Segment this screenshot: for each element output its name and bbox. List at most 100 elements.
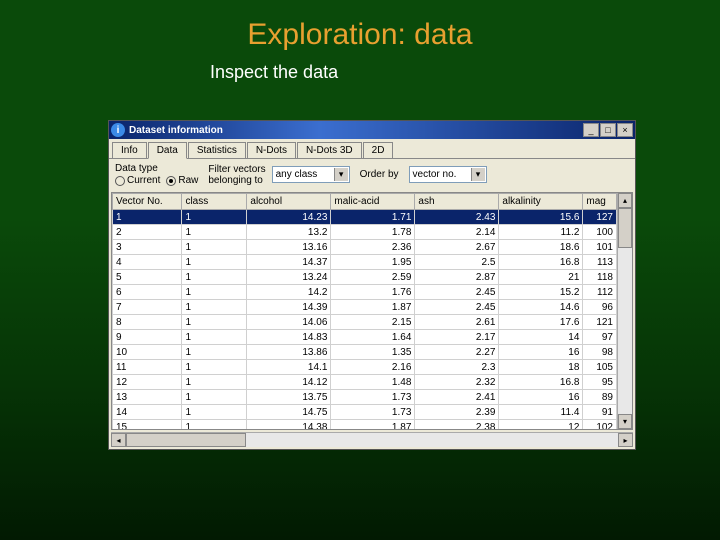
cell[interactable]: 2.67 [415, 240, 499, 255]
cell[interactable]: 11.2 [499, 225, 583, 240]
table-row[interactable]: 8114.062.152.6117.6121 [113, 315, 617, 330]
cell[interactable]: 12 [113, 375, 182, 390]
table-row[interactable]: 11114.12.162.318105 [113, 360, 617, 375]
cell[interactable]: 6 [113, 285, 182, 300]
cell[interactable]: 8 [113, 315, 182, 330]
cell[interactable]: 98 [583, 345, 617, 360]
cell[interactable]: 2.17 [415, 330, 499, 345]
cell[interactable]: 91 [583, 405, 617, 420]
cell[interactable]: 1 [182, 270, 247, 285]
cell[interactable]: 2.43 [415, 210, 499, 225]
cell[interactable]: 102 [583, 420, 617, 430]
cell[interactable]: 14.75 [247, 405, 331, 420]
cell[interactable]: 2.5 [415, 255, 499, 270]
cell[interactable]: 2.32 [415, 375, 499, 390]
tab-info[interactable]: Info [112, 142, 147, 158]
cell[interactable]: 2.45 [415, 300, 499, 315]
table-row[interactable]: 14114.751.732.3911.491 [113, 405, 617, 420]
cell[interactable]: 96 [583, 300, 617, 315]
table-row[interactable]: 12114.121.482.3216.895 [113, 375, 617, 390]
minimize-button[interactable]: _ [583, 123, 599, 137]
col-mag[interactable]: mag [583, 194, 617, 210]
cell[interactable]: 1 [182, 225, 247, 240]
cell[interactable]: 3 [113, 240, 182, 255]
vscroll-track[interactable] [618, 208, 632, 414]
scroll-right-button[interactable]: ▸ [618, 433, 633, 447]
cell[interactable]: 1.95 [331, 255, 415, 270]
table-row[interactable]: 3113.162.362.6718.6101 [113, 240, 617, 255]
cell[interactable]: 14.38 [247, 420, 331, 430]
cell[interactable]: 13 [113, 390, 182, 405]
cell[interactable]: 1 [182, 345, 247, 360]
cell[interactable]: 2.3 [415, 360, 499, 375]
cell[interactable]: 113 [583, 255, 617, 270]
cell[interactable]: 95 [583, 375, 617, 390]
scroll-down-button[interactable]: ▾ [618, 414, 632, 429]
cell[interactable]: 14 [113, 405, 182, 420]
cell[interactable]: 15.2 [499, 285, 583, 300]
cell[interactable]: 105 [583, 360, 617, 375]
cell[interactable]: 1 [182, 285, 247, 300]
table-row[interactable]: 10113.861.352.271698 [113, 345, 617, 360]
scroll-left-button[interactable]: ◂ [111, 433, 126, 447]
cell[interactable]: 14.37 [247, 255, 331, 270]
vscroll-thumb[interactable] [618, 208, 632, 248]
hscroll-thumb[interactable] [126, 433, 246, 447]
cell[interactable]: 13.24 [247, 270, 331, 285]
cell[interactable]: 14.6 [499, 300, 583, 315]
cell[interactable]: 1 [182, 360, 247, 375]
cell[interactable]: 1 [182, 240, 247, 255]
cell[interactable]: 112 [583, 285, 617, 300]
col-class[interactable]: class [182, 194, 247, 210]
table-row[interactable]: 6114.21.762.4515.2112 [113, 285, 617, 300]
radio-current[interactable]: Current [115, 175, 160, 186]
cell[interactable]: 2.14 [415, 225, 499, 240]
col-malic-acid[interactable]: malic-acid [331, 194, 415, 210]
cell[interactable]: 1 [182, 300, 247, 315]
table-row[interactable]: 7114.391.872.4514.696 [113, 300, 617, 315]
cell[interactable]: 2 [113, 225, 182, 240]
cell[interactable]: 11.4 [499, 405, 583, 420]
cell[interactable]: 2.59 [331, 270, 415, 285]
col-alcohol[interactable]: alcohol [247, 194, 331, 210]
cell[interactable]: 13.16 [247, 240, 331, 255]
scroll-up-button[interactable]: ▴ [618, 193, 632, 208]
cell[interactable]: 1 [182, 315, 247, 330]
cell[interactable]: 15.6 [499, 210, 583, 225]
cell[interactable]: 2.36 [331, 240, 415, 255]
filter-combo[interactable]: any class [272, 166, 350, 183]
cell[interactable]: 2.87 [415, 270, 499, 285]
order-combo[interactable]: vector no. [409, 166, 487, 183]
cell[interactable]: 1 [182, 255, 247, 270]
cell[interactable]: 1.71 [331, 210, 415, 225]
cell[interactable]: 1.73 [331, 390, 415, 405]
table-row[interactable]: 2113.21.782.1411.2100 [113, 225, 617, 240]
cell[interactable]: 14.12 [247, 375, 331, 390]
cell[interactable]: 16 [499, 390, 583, 405]
table-row[interactable]: 1114.231.712.4315.6127 [113, 210, 617, 225]
cell[interactable]: 14.1 [247, 360, 331, 375]
table-row[interactable]: 15114.381.872.3812102 [113, 420, 617, 430]
table-row[interactable]: 9114.831.642.171497 [113, 330, 617, 345]
cell[interactable]: 1.76 [331, 285, 415, 300]
cell[interactable]: 2.45 [415, 285, 499, 300]
cell[interactable]: 2.16 [331, 360, 415, 375]
cell[interactable]: 15 [113, 420, 182, 430]
cell[interactable]: 1 [182, 405, 247, 420]
horizontal-scrollbar[interactable]: ◂ ▸ [111, 432, 633, 447]
col-ash[interactable]: ash [415, 194, 499, 210]
maximize-button[interactable]: □ [600, 123, 616, 137]
col-alkalinity[interactable]: alkalinity [499, 194, 583, 210]
cell[interactable]: 2.15 [331, 315, 415, 330]
cell[interactable]: 13.75 [247, 390, 331, 405]
cell[interactable]: 100 [583, 225, 617, 240]
tab-data[interactable]: Data [148, 142, 187, 159]
cell[interactable]: 12 [499, 420, 583, 430]
cell[interactable]: 2.61 [415, 315, 499, 330]
close-button[interactable]: × [617, 123, 633, 137]
cell[interactable]: 97 [583, 330, 617, 345]
cell[interactable]: 127 [583, 210, 617, 225]
table-row[interactable]: 13113.751.732.411689 [113, 390, 617, 405]
tab-ndots3d[interactable]: N-Dots 3D [297, 142, 362, 158]
cell[interactable]: 1.35 [331, 345, 415, 360]
